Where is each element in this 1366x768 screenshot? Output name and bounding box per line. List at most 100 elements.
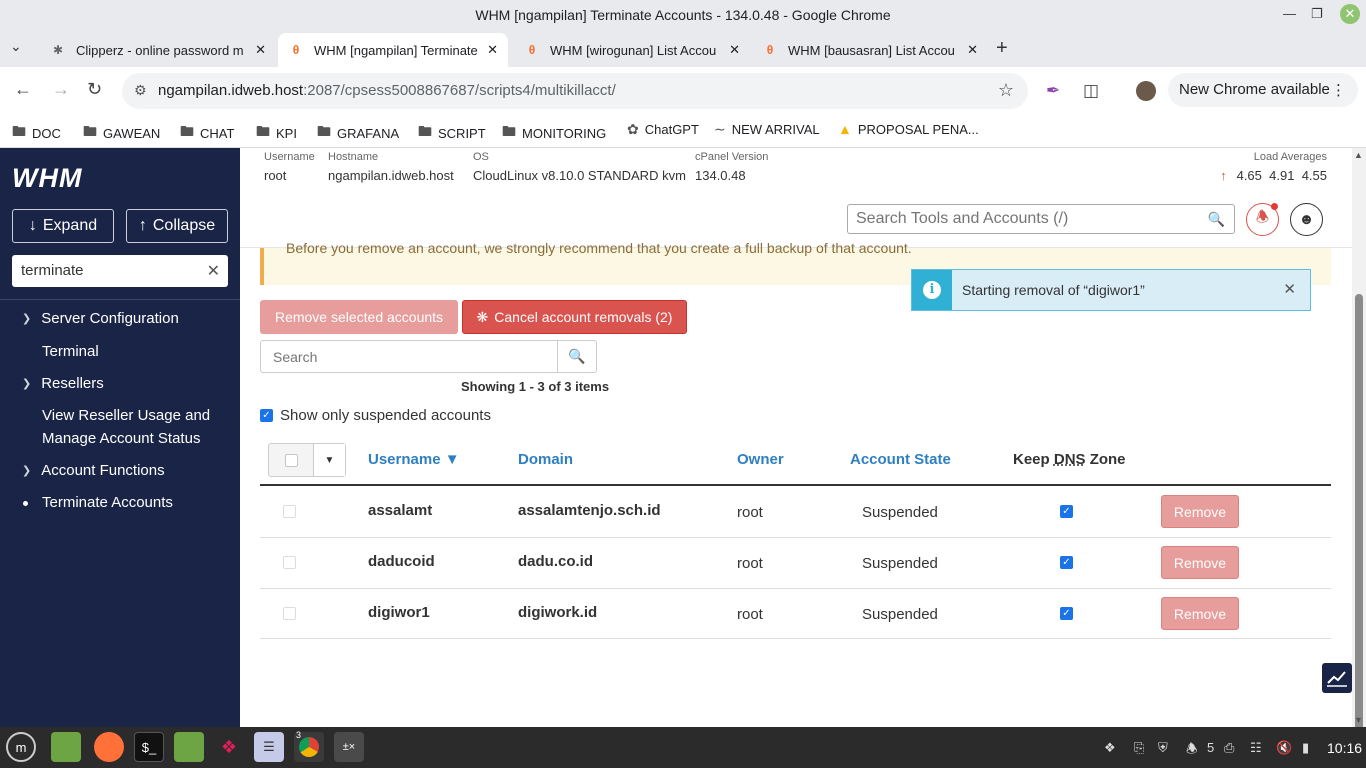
clock[interactable]: 10:16 bbox=[1327, 740, 1362, 756]
search-icon[interactable]: 🔍 bbox=[1208, 211, 1225, 228]
firefox-icon[interactable] bbox=[94, 732, 124, 762]
column-header-account-state[interactable]: Account State bbox=[850, 451, 951, 468]
profile-avatar[interactable] bbox=[1136, 81, 1156, 101]
files-folder-icon[interactable] bbox=[51, 732, 81, 762]
bookmark-star-icon[interactable]: ☆ bbox=[998, 80, 1014, 101]
url-text[interactable]: ngampilan.idweb.host:2087/cpsess50088676… bbox=[158, 82, 616, 99]
bookmark-chat[interactable]: 🖿 CHAT bbox=[180, 121, 234, 145]
minimize-icon[interactable]: — bbox=[1283, 6, 1296, 21]
remove-button[interactable]: Remove bbox=[1161, 546, 1239, 579]
row-select-checkbox[interactable] bbox=[283, 505, 296, 518]
user-menu-button[interactable]: ☻ bbox=[1290, 203, 1323, 236]
mint-menu-icon[interactable]: m bbox=[6, 732, 36, 762]
tray-notification-count: 5 bbox=[1207, 740, 1215, 755]
slack-icon[interactable]: ❖ bbox=[214, 732, 244, 762]
scrollbar-thumb[interactable] bbox=[1355, 294, 1363, 768]
new-tab-icon[interactable]: + bbox=[996, 37, 1008, 60]
reload-icon[interactable]: ↻ bbox=[87, 79, 102, 100]
scroll-up-icon[interactable]: ▲ bbox=[1354, 150, 1363, 160]
search-tools-input[interactable] bbox=[856, 210, 1196, 228]
sidebar-category-account-functions[interactable]: ❯ Account Functions bbox=[22, 462, 165, 479]
toast-close-icon[interactable]: ✕ bbox=[1283, 280, 1296, 298]
keep-dns-checkbox[interactable]: ✓ bbox=[1060, 505, 1073, 518]
sidebar-filter-input[interactable] bbox=[21, 262, 201, 279]
tab-whm-wirogunan[interactable]: θ WHM [wirogunan] List Accou ✕ bbox=[514, 33, 750, 67]
calculator-icon[interactable]: ±× bbox=[334, 732, 364, 762]
tab-search-chevron-icon[interactable]: ⌄ bbox=[10, 38, 22, 55]
battery-icon[interactable]: ▮ bbox=[1302, 740, 1309, 756]
bookmark-kpi[interactable]: 🖿 KPI bbox=[256, 121, 297, 145]
show-suspended-checkbox[interactable]: ✓ bbox=[260, 409, 273, 422]
tab-clipperz[interactable]: ✱ Clipperz - online password m ✕ bbox=[40, 33, 276, 67]
accounts-search-button[interactable]: 🔍 bbox=[557, 340, 597, 373]
new-chrome-available-button[interactable]: New Chrome available ⋮ bbox=[1168, 73, 1358, 107]
site-info-icon[interactable]: ⚙ bbox=[134, 82, 147, 99]
shield-icon[interactable]: ⛨ bbox=[1158, 740, 1168, 756]
keep-dns-checkbox[interactable]: ✓ bbox=[1060, 607, 1073, 620]
category-label: Resellers bbox=[41, 375, 104, 392]
bookmark-new-arrival[interactable]: ∼ NEW ARRIVAL bbox=[714, 121, 820, 138]
whm-logo[interactable]: WHM bbox=[12, 163, 82, 194]
nemo-folder-icon[interactable] bbox=[174, 732, 204, 762]
bookmark-label: PROPOSAL PENA... bbox=[857, 121, 979, 137]
column-header-username[interactable]: Username ▼ bbox=[368, 451, 460, 468]
collapse-button[interactable]: ↑ Collapse bbox=[126, 209, 228, 243]
bookmark-script[interactable]: 🖿 SCRIPT bbox=[418, 121, 486, 145]
extensions-puzzle-icon[interactable]: ◫ bbox=[1083, 81, 1099, 101]
close-window-icon[interactable]: ✕ bbox=[1340, 4, 1360, 24]
hostname-value: ngampilan.idweb.host bbox=[328, 168, 454, 183]
bookmark-chatgpt[interactable]: ✿ ChatGPT bbox=[627, 121, 699, 138]
select-all-checkbox-wrapper[interactable] bbox=[269, 444, 314, 476]
select-options-dropdown[interactable]: ▼ bbox=[314, 444, 345, 476]
row-select-checkbox[interactable] bbox=[283, 607, 296, 620]
tab-whm-bausasran[interactable]: θ WHM [bausasran] List Accou ✕ bbox=[752, 33, 988, 67]
show-suspended-filter[interactable]: ✓ Show only suspended accounts bbox=[260, 407, 491, 424]
notification-bell-icon[interactable]: 🕭 bbox=[1186, 740, 1198, 762]
terminal-icon[interactable]: $_ bbox=[134, 732, 164, 762]
clipboard-icon[interactable]: ⎘ bbox=[1134, 740, 1144, 756]
slack-tray-icon[interactable]: ❖ bbox=[1104, 740, 1116, 756]
sidebar-item-view-reseller-usage[interactable]: View Reseller Usage and Manage Account S… bbox=[42, 404, 222, 450]
address-bar[interactable]: ⚙ ngampilan.idweb.host:2087/cpsess500886… bbox=[122, 73, 1028, 109]
maximize-icon[interactable]: ❐ bbox=[1311, 6, 1323, 22]
row-select-checkbox[interactable] bbox=[283, 556, 296, 569]
row-owner: root bbox=[737, 606, 763, 623]
tab-close-icon[interactable]: ✕ bbox=[255, 42, 266, 58]
bookmark-gawean[interactable]: 🖿 GAWEAN bbox=[83, 121, 160, 145]
tab-close-icon[interactable]: ✕ bbox=[487, 42, 498, 58]
remove-button[interactable]: Remove bbox=[1161, 495, 1239, 528]
back-icon[interactable]: ← bbox=[14, 79, 32, 100]
bookmark-doc[interactable]: 🖿 DOC bbox=[12, 121, 61, 145]
expand-button[interactable]: ↓ Expand bbox=[12, 209, 114, 243]
feather-extension-icon[interactable]: ✒ bbox=[1046, 81, 1060, 101]
tab-whm-ngampilan[interactable]: θ WHM [ngampilan] Terminate ✕ bbox=[278, 33, 508, 67]
bookmark-grafana[interactable]: 🖿 GRAFANA bbox=[317, 121, 399, 145]
column-header-owner[interactable]: Owner bbox=[737, 451, 784, 468]
tab-label: WHM [wirogunan] List Accou bbox=[550, 42, 717, 58]
volume-muted-icon[interactable]: 🔇 bbox=[1276, 740, 1292, 756]
clear-filter-icon[interactable]: ✕ bbox=[207, 261, 220, 281]
keep-dns-checkbox[interactable]: ✓ bbox=[1060, 556, 1073, 569]
sidebar-item-terminate-accounts[interactable]: Terminate Accounts bbox=[42, 491, 173, 514]
network-icon[interactable]: ☷ bbox=[1250, 740, 1262, 756]
scroll-down-icon[interactable]: ▼ bbox=[1354, 715, 1363, 725]
text-editor-icon[interactable]: ☰ bbox=[254, 732, 284, 762]
column-header-domain[interactable]: Domain bbox=[518, 451, 573, 468]
forward-icon[interactable]: → bbox=[52, 79, 70, 100]
select-all-checkbox[interactable] bbox=[284, 453, 298, 467]
tab-close-icon[interactable]: ✕ bbox=[967, 42, 978, 58]
sidebar-category-resellers[interactable]: ❯ Resellers bbox=[22, 375, 104, 392]
cpanel-icon: θ bbox=[292, 43, 300, 57]
remove-button[interactable]: Remove bbox=[1161, 597, 1239, 630]
sidebar-item-terminal[interactable]: Terminal bbox=[42, 340, 99, 363]
accounts-search-input[interactable] bbox=[273, 349, 543, 365]
remove-selected-accounts-button[interactable]: Remove selected accounts bbox=[260, 300, 458, 334]
bookmark-proposal[interactable]: ▲ PROPOSAL PENA... bbox=[838, 121, 979, 137]
analytics-chart-button[interactable] bbox=[1322, 663, 1352, 693]
bookmark-monitoring[interactable]: 🖿 MONITORING bbox=[502, 121, 606, 145]
sidebar-category-server-configuration[interactable]: ❯ Server Configuration bbox=[22, 310, 179, 327]
cancel-account-removals-button[interactable]: ❋ Cancel account removals (2) bbox=[462, 300, 687, 334]
printer-icon[interactable]: ⎙ bbox=[1224, 740, 1234, 756]
tab-close-icon[interactable]: ✕ bbox=[729, 42, 740, 58]
page-scrollbar[interactable]: ▲ ▼ bbox=[1352, 148, 1366, 768]
